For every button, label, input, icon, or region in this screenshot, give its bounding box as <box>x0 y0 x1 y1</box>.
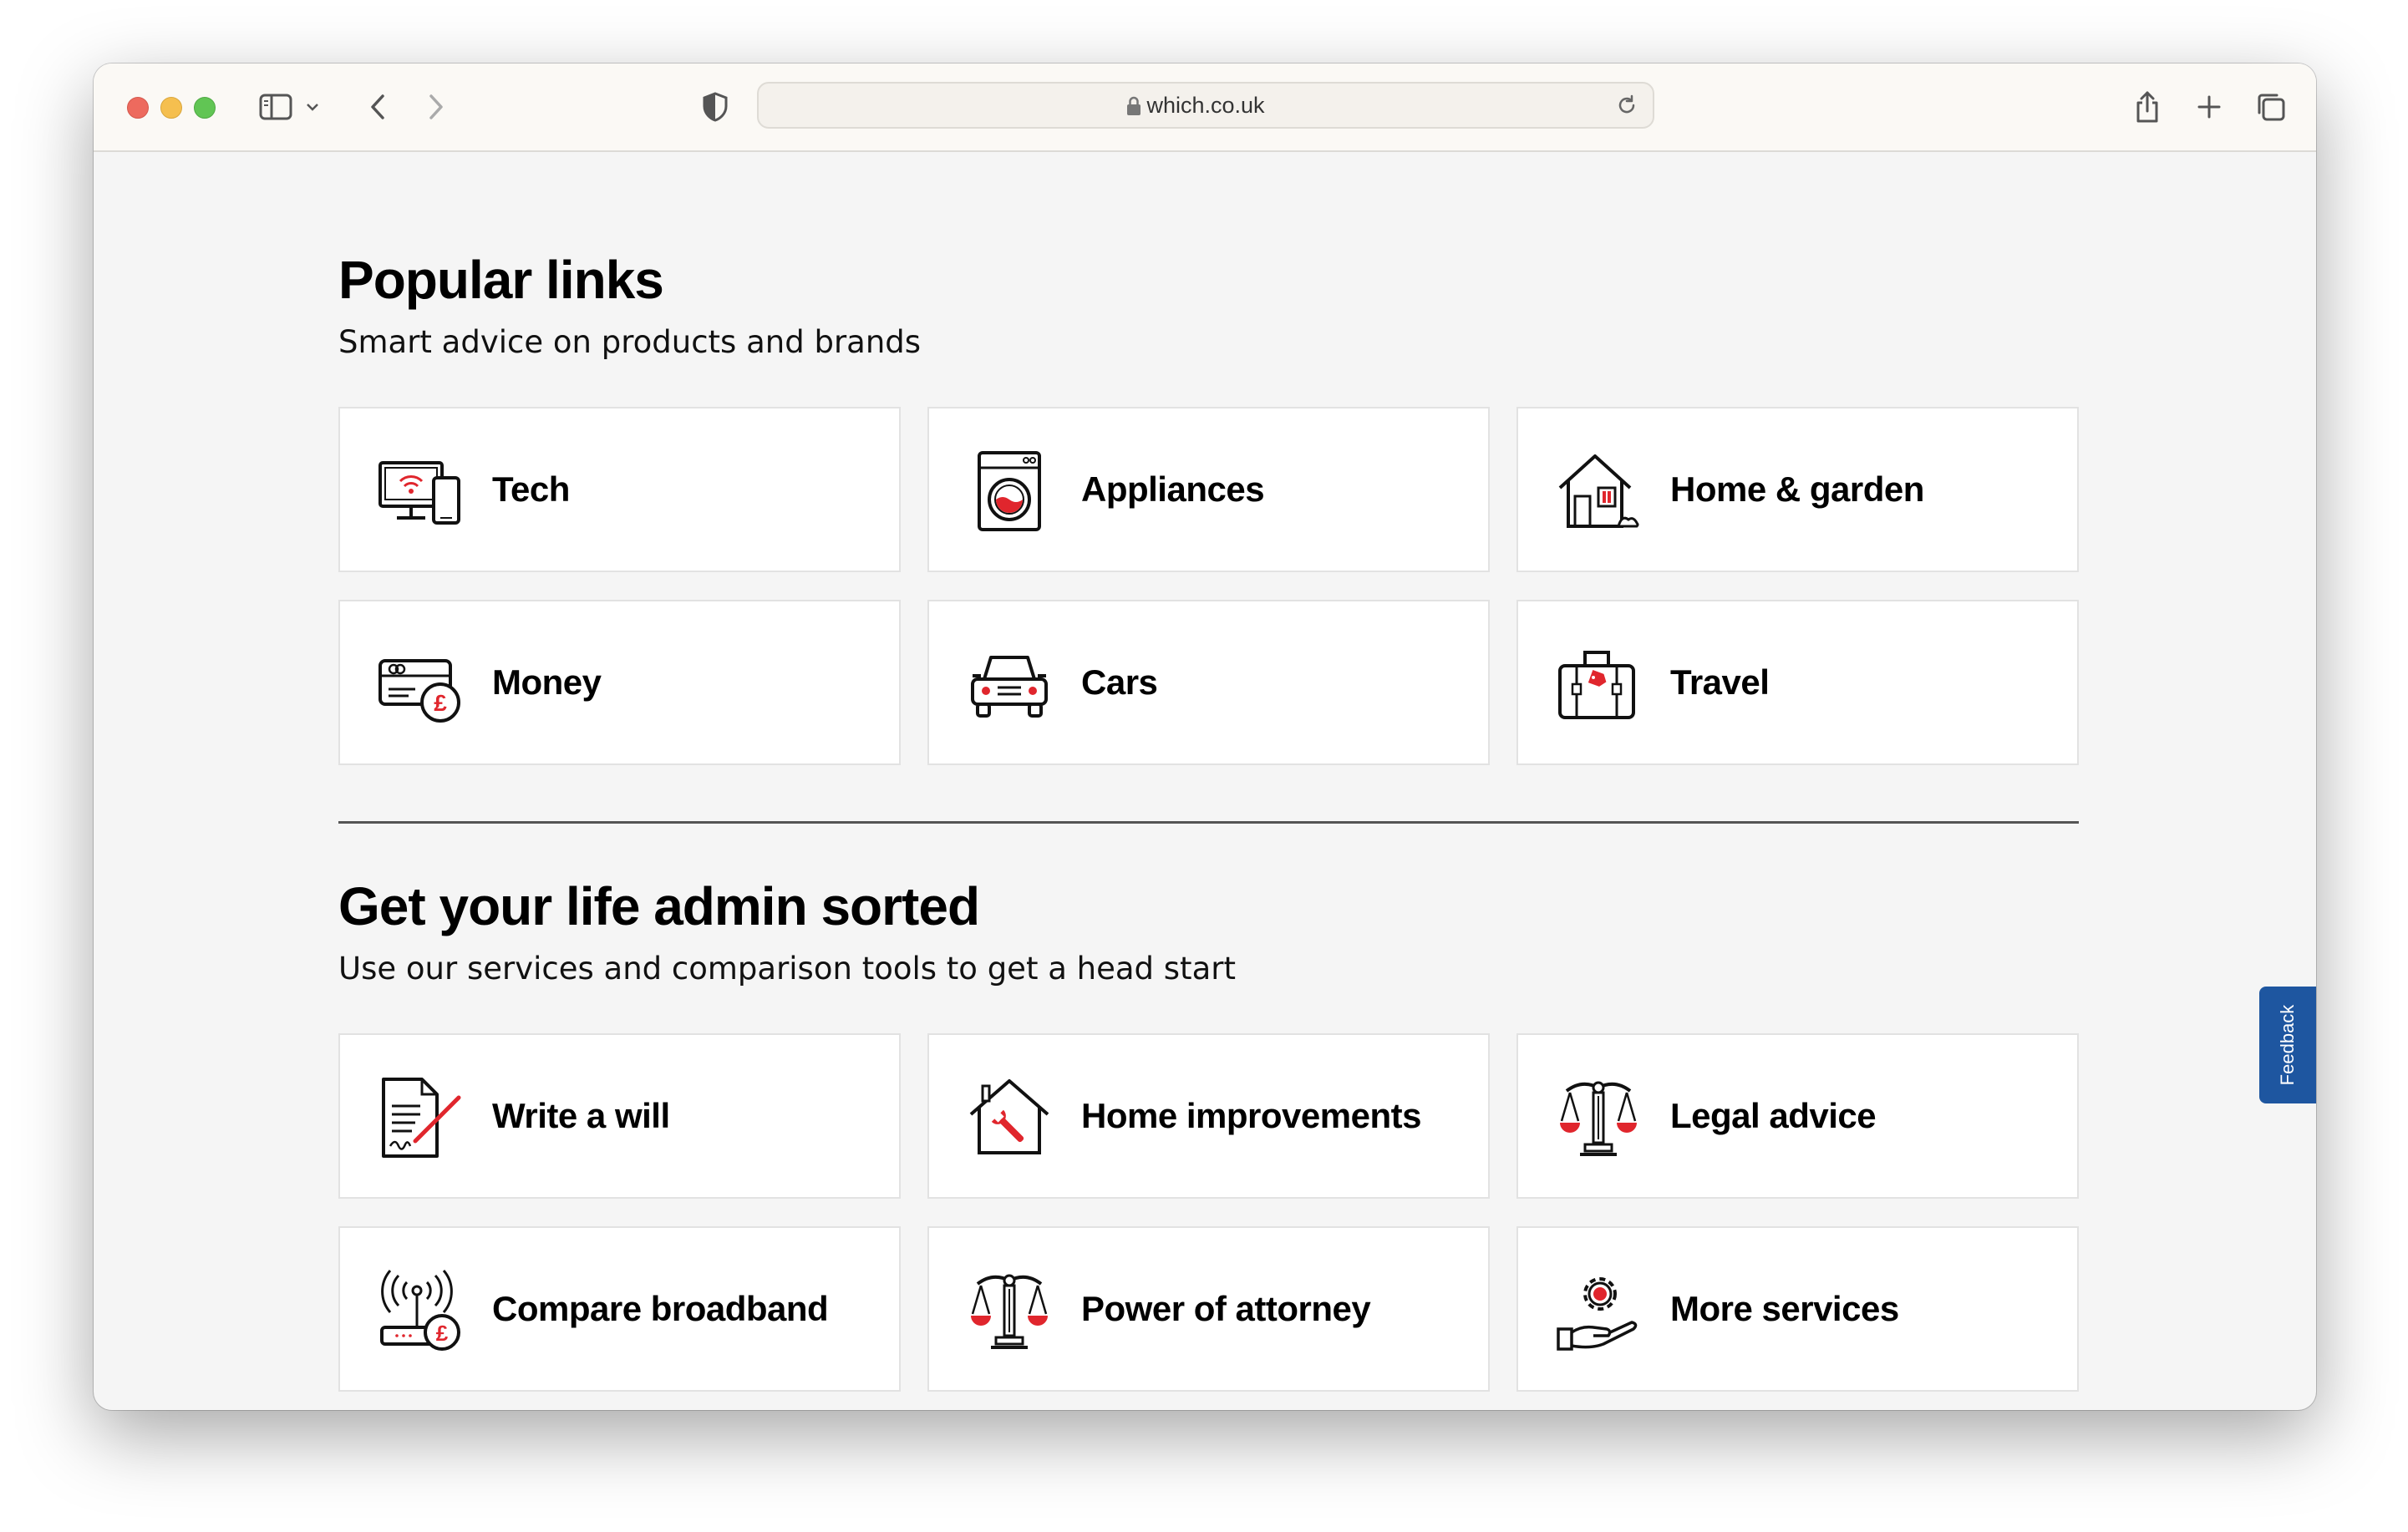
reload-icon[interactable] <box>1616 94 1638 119</box>
admin-card-compare-broadband[interactable]: £ Compare broadband <box>338 1226 901 1392</box>
house-wrench-icon <box>968 1076 1051 1159</box>
browser-window: which.co.uk Popular links Smart advice o… <box>94 63 2316 1410</box>
forward-arrow-icon[interactable] <box>419 84 453 130</box>
sidebar-toggle-icon[interactable] <box>257 84 294 130</box>
minimize-window-button[interactable] <box>160 97 182 119</box>
popular-card-home-garden[interactable]: Home & garden <box>1516 407 2079 572</box>
card-label: Money <box>492 662 602 702</box>
section-divider <box>338 821 2079 824</box>
devices-icon <box>378 449 462 533</box>
tab-overview-icon[interactable] <box>2254 84 2288 130</box>
back-arrow-icon[interactable] <box>361 84 394 130</box>
new-tab-plus-icon[interactable] <box>2192 84 2226 130</box>
admin-card-legal-advice[interactable]: Legal advice <box>1516 1033 2079 1199</box>
admin-card-power-of-attorney[interactable]: Power of attorney <box>927 1226 1490 1392</box>
house-icon <box>1557 449 1640 533</box>
popular-card-cars[interactable]: Cars <box>927 600 1490 765</box>
popular-links-subtitle: Smart advice on products and brands <box>338 324 922 360</box>
card-label: Home & garden <box>1670 469 1924 509</box>
card-label: Write a will <box>492 1096 670 1135</box>
admin-card-home-improvements[interactable]: Home improvements <box>927 1033 1490 1199</box>
share-icon[interactable] <box>2131 84 2164 130</box>
card-label: Appliances <box>1081 469 1265 509</box>
admin-card-more-services[interactable]: More services <box>1516 1226 2079 1392</box>
hand-gear-icon <box>1557 1269 1640 1352</box>
scales-icon <box>1557 1076 1640 1159</box>
life-admin-heading: Get your life admin sorted <box>338 876 980 936</box>
card-label: Power of attorney <box>1081 1289 1371 1328</box>
popular-card-tech[interactable]: Tech <box>338 407 901 572</box>
address-bar[interactable]: which.co.uk <box>757 82 1654 129</box>
feedback-tab[interactable]: Feedback <box>2259 987 2316 1103</box>
url-text: which.co.uk <box>1146 93 1265 118</box>
card-label: Cars <box>1081 662 1158 702</box>
card-label: More services <box>1670 1289 1899 1328</box>
card-label: Home improvements <box>1081 1096 1421 1135</box>
popular-card-travel[interactable]: Travel <box>1516 600 2079 765</box>
close-window-button[interactable] <box>127 97 149 119</box>
card-label: Legal advice <box>1670 1096 1877 1135</box>
washing-machine-icon <box>968 449 1051 533</box>
life-admin-subtitle: Use our services and comparison tools to… <box>338 951 1236 987</box>
svg-text:£: £ <box>434 690 447 716</box>
zoom-window-button[interactable] <box>194 97 216 119</box>
card-label: Compare broadband <box>492 1289 829 1328</box>
chevron-down-icon[interactable] <box>304 84 321 130</box>
document-pen-icon <box>378 1076 462 1159</box>
page-content: Popular links Smart advice on products a… <box>94 150 2316 1410</box>
admin-card-write-a-will[interactable]: Write a will <box>338 1033 901 1199</box>
popular-card-appliances[interactable]: Appliances <box>927 407 1490 572</box>
feedback-label: Feedback <box>2277 1004 2298 1086</box>
router-pound-icon: £ <box>378 1269 462 1352</box>
credit-card-pound-icon: £ <box>378 642 462 726</box>
popular-links-heading: Popular links <box>338 250 664 310</box>
browser-toolbar: which.co.uk <box>94 63 2316 152</box>
card-label: Travel <box>1670 662 1770 702</box>
car-icon <box>968 642 1051 726</box>
privacy-shield-icon[interactable] <box>699 84 732 130</box>
card-label: Tech <box>492 469 570 509</box>
suitcase-icon <box>1557 642 1640 726</box>
lock-icon <box>1126 96 1141 119</box>
scales-icon <box>968 1269 1051 1352</box>
popular-card-money[interactable]: £ Money <box>338 600 901 765</box>
svg-text:£: £ <box>436 1321 449 1346</box>
